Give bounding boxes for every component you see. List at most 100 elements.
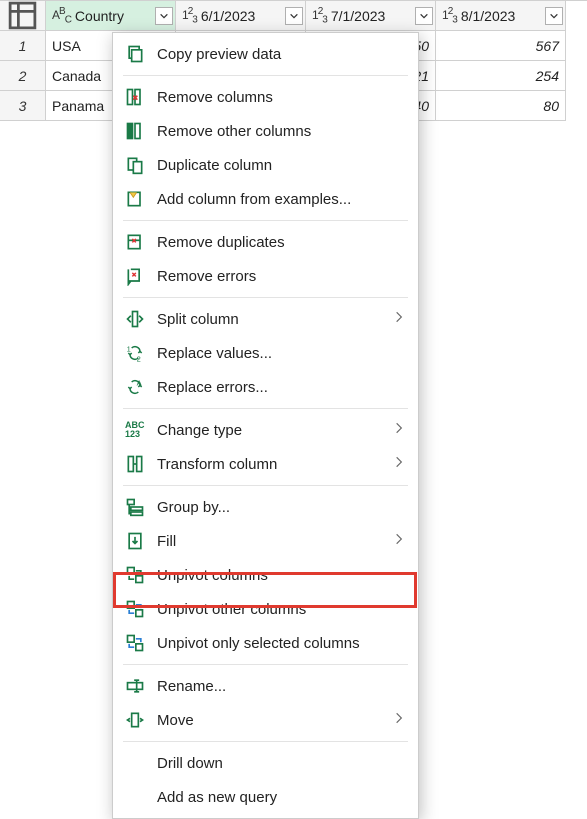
menu-replace-values[interactable]: 12 Replace values... bbox=[113, 336, 418, 370]
menu-fill[interactable]: Fill bbox=[113, 524, 418, 558]
menu-label: Duplicate column bbox=[157, 157, 406, 174]
column-header-6-1-2023[interactable]: 123 6/1/2023 bbox=[176, 1, 306, 31]
menu-label: Replace errors... bbox=[157, 379, 406, 396]
menu-unpivot-columns[interactable]: Unpivot columns bbox=[113, 558, 418, 592]
rename-icon bbox=[125, 676, 157, 696]
menu-replace-errors[interactable]: A Replace errors... bbox=[113, 370, 418, 404]
change-type-icon: ABC 123 bbox=[125, 421, 157, 439]
menu-label: Replace values... bbox=[157, 345, 406, 362]
move-icon bbox=[125, 710, 157, 730]
chevron-down-icon bbox=[419, 11, 429, 21]
unpivot-other-icon bbox=[125, 599, 157, 619]
cell-value-8-1[interactable]: 254 bbox=[436, 61, 566, 91]
column-filter-dropdown[interactable] bbox=[155, 7, 173, 25]
menu-label: Add as new query bbox=[157, 789, 406, 806]
menu-unpivot-only-selected-columns[interactable]: Unpivot only selected columns bbox=[113, 626, 418, 660]
menu-duplicate-column[interactable]: Duplicate column bbox=[113, 148, 418, 182]
submenu-arrow-icon bbox=[392, 532, 406, 550]
split-column-icon bbox=[125, 309, 157, 329]
column-header-country[interactable]: ABC Country bbox=[46, 1, 176, 31]
chevron-down-icon bbox=[549, 11, 559, 21]
menu-separator bbox=[123, 664, 408, 665]
replace-errors-icon: A bbox=[125, 377, 157, 397]
menu-label: Unpivot other columns bbox=[157, 601, 406, 618]
menu-label: Fill bbox=[157, 533, 392, 550]
table-icon bbox=[6, 1, 39, 31]
fill-icon bbox=[125, 531, 157, 551]
menu-label: Remove errors bbox=[157, 268, 406, 285]
number-type-icon: 123 bbox=[442, 6, 457, 25]
menu-label: Split column bbox=[157, 311, 392, 328]
duplicate-icon bbox=[125, 155, 157, 175]
table-corner-cell[interactable] bbox=[0, 1, 46, 31]
cell-value-8-1[interactable]: 567 bbox=[436, 31, 566, 61]
row-index: 1 bbox=[19, 38, 27, 54]
menu-drill-down[interactable]: Drill down bbox=[113, 746, 418, 780]
column-filter-dropdown[interactable] bbox=[285, 7, 303, 25]
remove-columns-icon bbox=[125, 87, 157, 107]
submenu-arrow-icon bbox=[392, 711, 406, 729]
menu-separator bbox=[123, 408, 408, 409]
row-header[interactable]: 2 bbox=[0, 61, 46, 91]
cell-value: 80 bbox=[543, 98, 559, 114]
column-header-7-1-2023[interactable]: 123 7/1/2023 bbox=[306, 1, 436, 31]
menu-label: Drill down bbox=[157, 755, 406, 772]
menu-move[interactable]: Move bbox=[113, 703, 418, 737]
column-filter-dropdown[interactable] bbox=[415, 7, 433, 25]
number-type-icon: 123 bbox=[312, 6, 327, 25]
menu-remove-other-columns[interactable]: Remove other columns bbox=[113, 114, 418, 148]
copy-icon bbox=[125, 44, 157, 64]
menu-label: Rename... bbox=[157, 678, 406, 695]
menu-label: Remove columns bbox=[157, 89, 406, 106]
menu-label: Add column from examples... bbox=[157, 191, 406, 208]
remove-duplicates-icon bbox=[125, 232, 157, 252]
cell-value: Panama bbox=[52, 98, 104, 114]
cell-value: Canada bbox=[52, 68, 101, 84]
menu-separator bbox=[123, 75, 408, 76]
group-by-icon bbox=[125, 497, 157, 517]
unpivot-selected-icon bbox=[125, 633, 157, 653]
remove-errors-icon bbox=[125, 266, 157, 286]
column-header-8-1-2023[interactable]: 123 8/1/2023 bbox=[436, 1, 566, 31]
chevron-down-icon bbox=[289, 11, 299, 21]
column-label: 8/1/2023 bbox=[461, 8, 516, 24]
transform-column-icon bbox=[125, 454, 157, 474]
column-context-menu: Copy preview data Remove columns Remove … bbox=[112, 32, 419, 819]
menu-label: Unpivot only selected columns bbox=[157, 635, 406, 652]
text-type-icon: ABC bbox=[52, 6, 71, 25]
menu-split-column[interactable]: Split column bbox=[113, 302, 418, 336]
menu-separator bbox=[123, 741, 408, 742]
menu-copy-preview-data[interactable]: Copy preview data bbox=[113, 37, 418, 71]
menu-group-by[interactable]: Group by... bbox=[113, 490, 418, 524]
replace-values-icon: 12 bbox=[125, 343, 157, 363]
menu-transform-column[interactable]: Transform column bbox=[113, 447, 418, 481]
menu-label: Unpivot columns bbox=[157, 567, 406, 584]
menu-remove-columns[interactable]: Remove columns bbox=[113, 80, 418, 114]
menu-remove-duplicates[interactable]: Remove duplicates bbox=[113, 225, 418, 259]
chevron-down-icon bbox=[159, 11, 169, 21]
menu-add-as-new-query[interactable]: Add as new query bbox=[113, 780, 418, 814]
menu-add-column-from-examples[interactable]: Add column from examples... bbox=[113, 182, 418, 216]
menu-separator bbox=[123, 485, 408, 486]
cell-value-8-1[interactable]: 80 bbox=[436, 91, 566, 121]
menu-rename[interactable]: Rename... bbox=[113, 669, 418, 703]
menu-change-type[interactable]: ABC 123 Change type bbox=[113, 413, 418, 447]
menu-remove-errors[interactable]: Remove errors bbox=[113, 259, 418, 293]
unpivot-icon bbox=[125, 565, 157, 585]
cell-value: 567 bbox=[536, 38, 559, 54]
column-filter-dropdown[interactable] bbox=[545, 7, 563, 25]
menu-label: Change type bbox=[157, 422, 392, 439]
menu-label: Move bbox=[157, 712, 392, 729]
remove-other-columns-icon bbox=[125, 121, 157, 141]
menu-separator bbox=[123, 220, 408, 221]
column-label: 6/1/2023 bbox=[201, 8, 256, 24]
row-header[interactable]: 1 bbox=[0, 31, 46, 61]
column-label: 7/1/2023 bbox=[331, 8, 386, 24]
row-index: 2 bbox=[19, 68, 27, 84]
menu-label: Remove other columns bbox=[157, 123, 406, 140]
menu-label: Group by... bbox=[157, 499, 406, 516]
menu-separator bbox=[123, 297, 408, 298]
menu-unpivot-other-columns[interactable]: Unpivot other columns bbox=[113, 592, 418, 626]
row-header[interactable]: 3 bbox=[0, 91, 46, 121]
add-column-from-examples-icon bbox=[125, 189, 157, 209]
